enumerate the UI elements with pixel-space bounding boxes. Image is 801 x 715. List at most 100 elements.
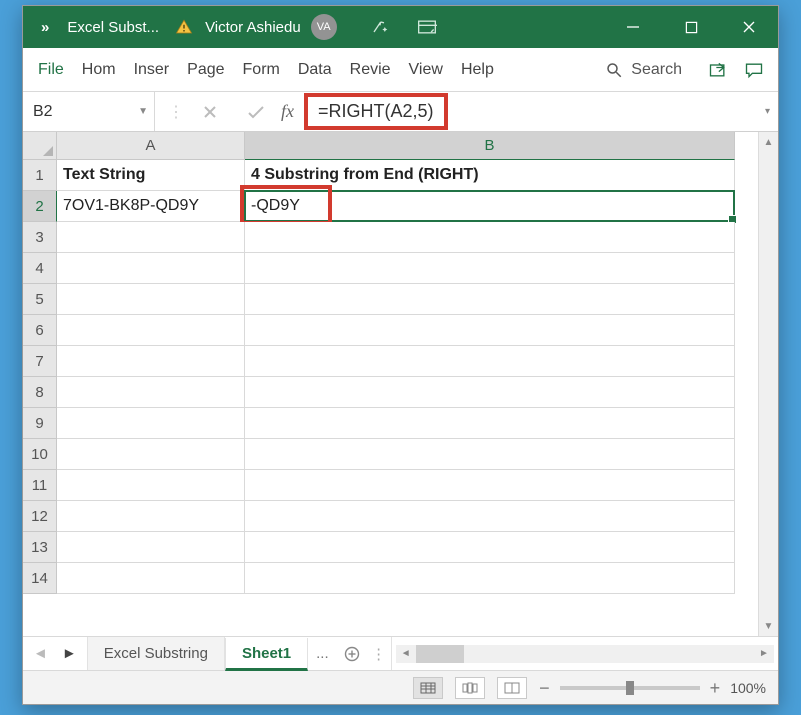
tell-me-search[interactable]: Search	[605, 61, 700, 79]
vertical-scrollbar[interactable]: ▲ ▼	[758, 132, 778, 636]
cell-b10[interactable]	[245, 439, 735, 470]
enter-formula-button[interactable]	[233, 92, 279, 132]
tab-data[interactable]: Data	[289, 48, 341, 91]
name-box-dropdown-icon[interactable]: ▼	[138, 106, 148, 117]
select-all-corner[interactable]	[23, 132, 57, 160]
row-header-13[interactable]: 13	[23, 532, 57, 563]
cell-a14[interactable]	[57, 563, 245, 594]
row-header-11[interactable]: 11	[23, 470, 57, 501]
excel-window: » Excel Subst... Victor Ashiedu VA File …	[22, 5, 779, 705]
row-header-1[interactable]: 1	[23, 160, 57, 191]
scroll-down-icon[interactable]: ▼	[759, 616, 778, 636]
cell-b11[interactable]	[245, 470, 735, 501]
worksheet-grid[interactable]: A B 1234567891011121314 Text String 4 Su…	[23, 132, 778, 636]
cell-b7[interactable]	[245, 346, 735, 377]
tab-formulas[interactable]: Form	[234, 48, 289, 91]
cell-a9[interactable]	[57, 408, 245, 439]
insert-function-button[interactable]: fx	[279, 101, 300, 122]
tab-options-handle[interactable]: ⋮	[367, 637, 391, 670]
row-header-2[interactable]: 2	[23, 191, 57, 222]
sheet-tab-sheet1[interactable]: Sheet1	[225, 638, 308, 671]
cell-b9[interactable]	[245, 408, 735, 439]
cell-a3[interactable]	[57, 222, 245, 253]
zoom-slider-knob[interactable]	[626, 681, 634, 695]
cell-a13[interactable]	[57, 532, 245, 563]
sheet-tab-overflow[interactable]: ...	[308, 637, 337, 670]
tab-file[interactable]: File	[29, 48, 73, 91]
row-header-12[interactable]: 12	[23, 501, 57, 532]
tab-nav-prev[interactable]: ◄	[33, 645, 48, 662]
tab-view[interactable]: View	[400, 48, 452, 91]
view-page-break-button[interactable]	[497, 677, 527, 699]
column-headers: A B	[57, 132, 735, 160]
zoom-slider[interactable]	[560, 686, 700, 690]
cell-a1[interactable]: Text String	[57, 160, 245, 191]
cancel-formula-button[interactable]	[187, 92, 233, 132]
zoom-level[interactable]: 100%	[730, 680, 766, 696]
tab-help[interactable]: Help	[452, 48, 503, 91]
cell-b1[interactable]: 4 Substring from End (RIGHT)	[245, 160, 735, 191]
cell-b3[interactable]	[245, 222, 735, 253]
cell-b4[interactable]	[245, 253, 735, 284]
formula-bar-expand-icon[interactable]: ▾	[765, 106, 770, 117]
cell-a2[interactable]: 7OV1-BK8P-QD9Y	[57, 191, 245, 222]
cell-b12[interactable]	[245, 501, 735, 532]
cell-b5[interactable]	[245, 284, 735, 315]
col-header-a[interactable]: A	[57, 132, 245, 160]
share-button[interactable]	[700, 56, 736, 84]
ribbon-mode-icon[interactable]	[403, 6, 451, 48]
document-title[interactable]: Excel Subst...	[67, 19, 173, 36]
cell-b6[interactable]	[245, 315, 735, 346]
cell-a11[interactable]	[57, 470, 245, 501]
row-header-4[interactable]: 4	[23, 253, 57, 284]
account-area[interactable]: Victor Ashiedu VA	[205, 14, 337, 40]
tab-nav-next[interactable]: ►	[62, 645, 77, 662]
formula-resize-handle[interactable]: ⋮	[165, 92, 187, 132]
cell-b14[interactable]	[245, 563, 735, 594]
scroll-right-icon[interactable]: ►	[754, 648, 774, 659]
qat-overflow-button[interactable]: »	[23, 19, 67, 36]
cell-a4[interactable]	[57, 253, 245, 284]
hscroll-thumb[interactable]	[416, 645, 464, 663]
tab-insert[interactable]: Inser	[125, 48, 179, 91]
row-header-5[interactable]: 5	[23, 284, 57, 315]
col-header-b[interactable]: B	[245, 132, 735, 160]
cell-b8[interactable]	[245, 377, 735, 408]
tab-review[interactable]: Revie	[341, 48, 400, 91]
scroll-up-icon[interactable]: ▲	[759, 132, 778, 152]
sheet-tab-excel-substring[interactable]: Excel Substring	[87, 637, 225, 670]
comments-button[interactable]	[736, 56, 772, 84]
coming-soon-icon[interactable]	[355, 6, 403, 48]
name-box[interactable]: B2 ▼	[23, 92, 155, 131]
search-label: Search	[631, 61, 682, 79]
row-header-10[interactable]: 10	[23, 439, 57, 470]
cell-a5[interactable]	[57, 284, 245, 315]
scroll-left-icon[interactable]: ◄	[396, 648, 416, 659]
tab-page-layout[interactable]: Page	[178, 48, 233, 91]
cell-a6[interactable]	[57, 315, 245, 346]
zoom-in-button[interactable]: +	[710, 679, 721, 697]
zoom-out-button[interactable]: −	[539, 679, 550, 697]
maximize-button[interactable]	[662, 6, 720, 48]
cell-a7[interactable]	[57, 346, 245, 377]
row-header-7[interactable]: 7	[23, 346, 57, 377]
view-normal-button[interactable]	[413, 677, 443, 699]
formula-input[interactable]: =RIGHT(A2,5)	[304, 93, 448, 130]
row-header-9[interactable]: 9	[23, 408, 57, 439]
horizontal-scrollbar[interactable]: ◄ ►	[396, 645, 774, 663]
cell-b13[interactable]	[245, 532, 735, 563]
tab-home[interactable]: Hom	[73, 48, 125, 91]
cell-a8[interactable]	[57, 377, 245, 408]
row-header-8[interactable]: 8	[23, 377, 57, 408]
row-header-6[interactable]: 6	[23, 315, 57, 346]
cell-b2[interactable]: -QD9Y	[245, 191, 735, 222]
cell-a10[interactable]	[57, 439, 245, 470]
minimize-button[interactable]	[604, 6, 662, 48]
close-button[interactable]	[720, 6, 778, 48]
new-sheet-button[interactable]	[337, 637, 367, 670]
view-page-layout-button[interactable]	[455, 677, 485, 699]
row-header-14[interactable]: 14	[23, 563, 57, 594]
row-header-3[interactable]: 3	[23, 222, 57, 253]
autosave-warning-icon[interactable]	[173, 16, 195, 38]
cell-a12[interactable]	[57, 501, 245, 532]
